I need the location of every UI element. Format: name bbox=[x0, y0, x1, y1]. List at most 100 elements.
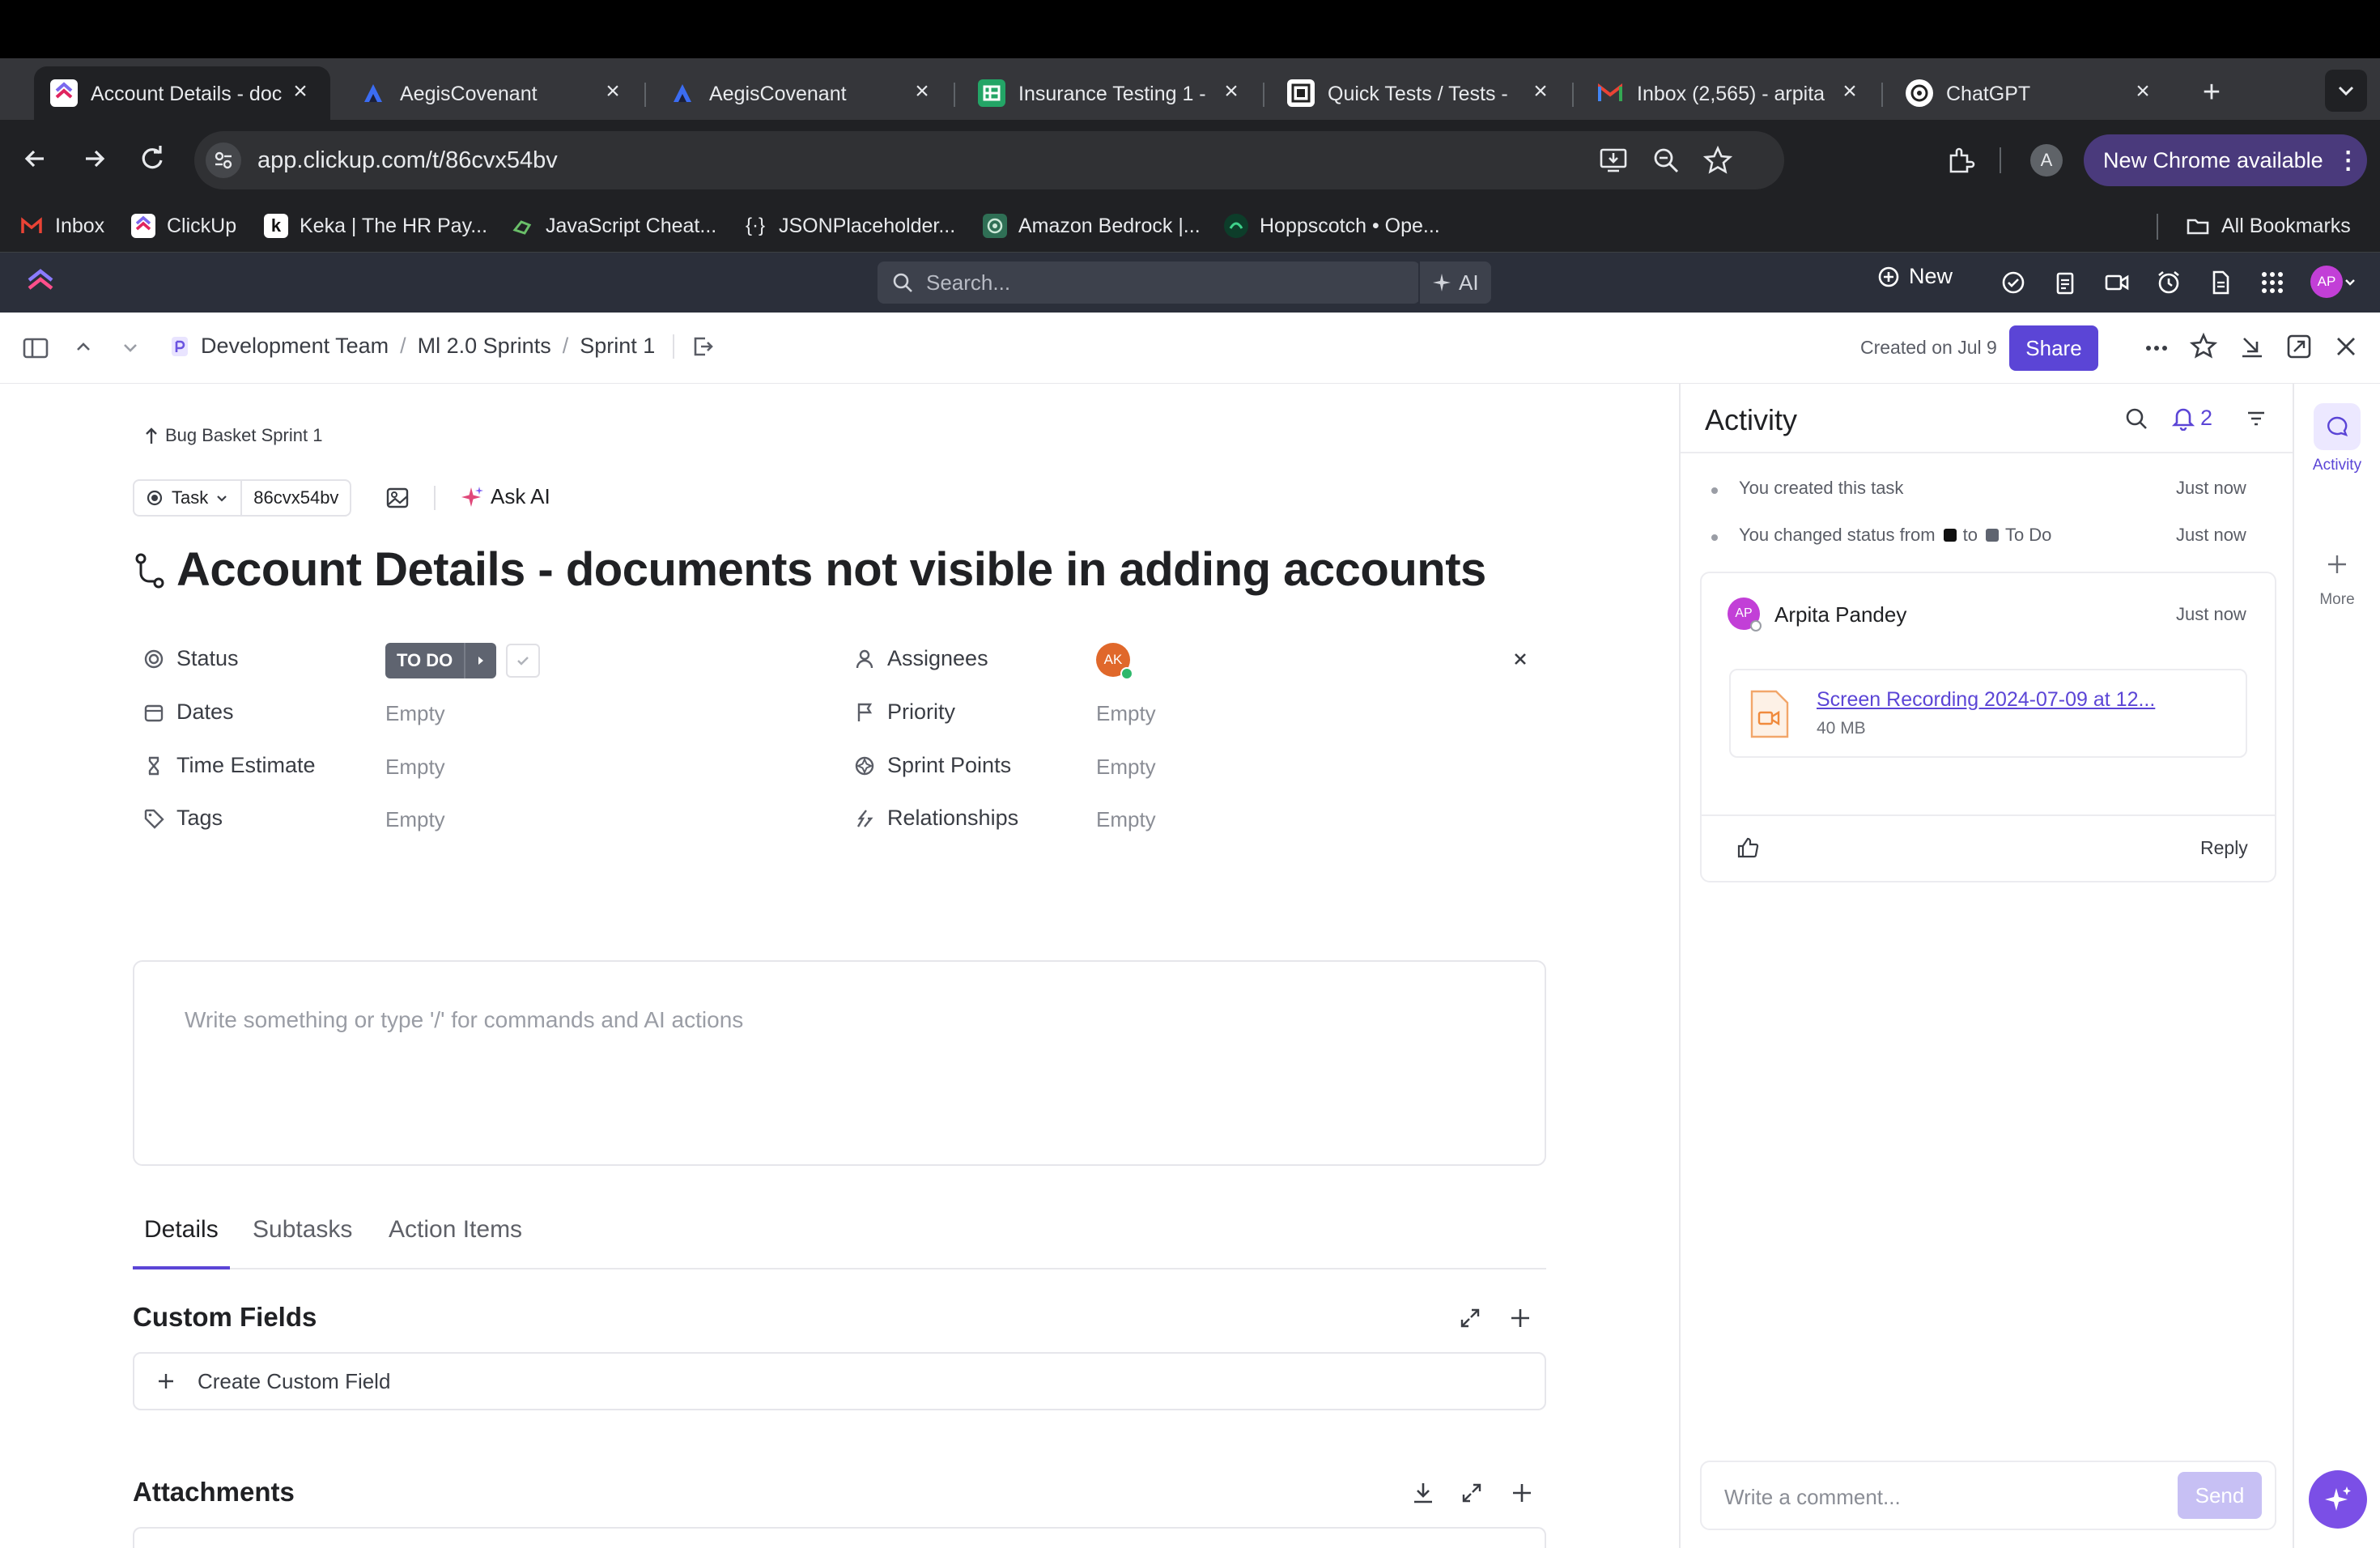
reload-icon[interactable] bbox=[134, 141, 170, 176]
back-icon[interactable] bbox=[18, 141, 53, 176]
browser-tab[interactable]: ChatGPT × bbox=[1889, 66, 2173, 120]
filter-icon[interactable] bbox=[2244, 406, 2268, 431]
time-estimate-value[interactable]: Empty bbox=[385, 755, 445, 780]
remove-assignee-icon[interactable] bbox=[1509, 648, 1532, 670]
apps-grid-icon[interactable] bbox=[2260, 270, 2284, 295]
search-input[interactable]: Search... bbox=[878, 262, 1420, 304]
expand-arrows-icon[interactable] bbox=[1456, 1303, 1485, 1333]
browser-tab[interactable]: Insurance Testing 1 - × bbox=[962, 66, 1261, 120]
more-rail-label[interactable]: More bbox=[2294, 591, 2380, 609]
ai-assistant-fab[interactable] bbox=[2309, 1470, 2367, 1529]
dates-value[interactable]: Empty bbox=[385, 701, 445, 726]
bookmark-item[interactable]: Inbox bbox=[19, 211, 104, 241]
complete-check-button[interactable] bbox=[506, 644, 541, 678]
tab-search-button[interactable] bbox=[2325, 70, 2367, 112]
activity-rail-button[interactable] bbox=[2314, 403, 2361, 450]
sidebar-toggle-icon[interactable] bbox=[21, 334, 50, 363]
expand-arrows-icon[interactable] bbox=[1457, 1478, 1486, 1508]
task-type-dropdown[interactable]: Task bbox=[134, 481, 243, 515]
task-title[interactable]: Account Details - documents not visible … bbox=[176, 542, 1486, 597]
breadcrumb-item[interactable]: Development Team bbox=[201, 334, 389, 359]
zoom-icon[interactable] bbox=[1650, 144, 1682, 176]
parent-task-link[interactable]: Bug Basket Sprint 1 bbox=[142, 424, 322, 447]
add-custom-field-icon[interactable] bbox=[1506, 1303, 1535, 1333]
status-badge[interactable]: TO DO bbox=[385, 643, 465, 678]
move-task-icon[interactable] bbox=[691, 334, 715, 359]
send-button[interactable]: Send bbox=[2178, 1472, 2262, 1519]
more-horizontal-icon[interactable] bbox=[2142, 334, 2171, 363]
breadcrumb-item[interactable]: Ml 2.0 Sprints bbox=[418, 334, 551, 359]
close-tab-icon[interactable]: × bbox=[601, 79, 625, 104]
task-id[interactable]: 86cvx54bv bbox=[242, 487, 350, 508]
new-button[interactable]: New bbox=[1876, 264, 1953, 289]
cover-image-icon[interactable] bbox=[384, 484, 411, 512]
relationships-value[interactable]: Empty bbox=[1096, 807, 1156, 832]
browser-tab[interactable]: Inbox (2,565) - arpita × bbox=[1580, 66, 1880, 120]
attachment-card[interactable]: Screen Recording 2024-07-09 at 12... 40 … bbox=[1729, 669, 2247, 758]
description-editor[interactable]: Write something or type '/' for commands… bbox=[133, 960, 1546, 1166]
attachments-dropzone[interactable] bbox=[133, 1527, 1546, 1548]
close-tab-icon[interactable]: × bbox=[910, 79, 934, 104]
document-icon[interactable] bbox=[2207, 269, 2234, 296]
add-attachment-icon[interactable] bbox=[1507, 1478, 1536, 1508]
close-tab-icon[interactable]: × bbox=[1219, 79, 1243, 104]
extensions-icon[interactable] bbox=[1944, 144, 1977, 176]
new-tab-button[interactable]: + bbox=[2195, 76, 2228, 108]
browser-tab[interactable]: AegisCovenant × bbox=[652, 66, 952, 120]
share-button[interactable]: Share bbox=[2009, 325, 2098, 371]
ask-ai-button[interactable]: Ask AI bbox=[460, 484, 550, 509]
close-tab-icon[interactable]: × bbox=[1838, 79, 1862, 104]
bookmark-item[interactable]: Amazon Bedrock |... bbox=[983, 211, 1201, 241]
notepad-icon[interactable] bbox=[2051, 269, 2079, 296]
chevron-down-icon[interactable] bbox=[118, 335, 142, 359]
close-icon[interactable] bbox=[2331, 332, 2361, 361]
download-icon[interactable] bbox=[1409, 1478, 1438, 1508]
comment-input[interactable]: Write a comment... Send bbox=[1700, 1461, 2276, 1530]
all-bookmarks-button[interactable]: All Bookmarks bbox=[2186, 211, 2351, 241]
bookmark-item[interactable]: Hoppscotch • Ope... bbox=[1224, 211, 1440, 241]
user-menu[interactable]: AP bbox=[2310, 266, 2357, 298]
chevron-up-icon[interactable] bbox=[71, 335, 96, 359]
reply-button[interactable]: Reply bbox=[2200, 837, 2248, 859]
bookmark-item[interactable]: JavaScript Cheat... bbox=[510, 211, 716, 241]
minimize-icon[interactable] bbox=[2238, 332, 2267, 361]
bookmark-star-icon[interactable] bbox=[1702, 144, 1734, 176]
ai-button[interactable]: AI bbox=[1418, 262, 1491, 304]
bookmark-item[interactable]: k Keka | The HR Pay... bbox=[264, 211, 487, 241]
notifications-button[interactable]: 2 bbox=[2171, 405, 2212, 431]
install-app-icon[interactable] bbox=[1598, 144, 1630, 176]
browser-tab[interactable]: Quick Tests / Tests - × bbox=[1271, 66, 1570, 120]
favorite-star-icon[interactable] bbox=[2189, 332, 2218, 361]
browser-tab-active[interactable]: Account Details - doc × bbox=[34, 66, 330, 120]
tab-details[interactable]: Details bbox=[133, 1214, 230, 1269]
check-circle-icon[interactable] bbox=[2000, 269, 2027, 296]
chrome-update-button[interactable]: New Chrome available ⋮ bbox=[2084, 134, 2367, 186]
create-custom-field-button[interactable]: Create Custom Field bbox=[133, 1352, 1546, 1410]
close-tab-icon[interactable]: × bbox=[1528, 79, 1553, 104]
site-settings-icon[interactable] bbox=[206, 142, 241, 178]
expand-icon[interactable] bbox=[2284, 332, 2314, 361]
breadcrumb-item[interactable]: Sprint 1 bbox=[580, 334, 655, 359]
attachment-link[interactable]: Screen Recording 2024-07-09 at 12... bbox=[1817, 688, 2155, 712]
url-text[interactable]: app.clickup.com/t/86cvx54bv bbox=[257, 147, 558, 174]
tab-action-items[interactable]: Action Items bbox=[389, 1216, 522, 1244]
sprint-points-value[interactable]: Empty bbox=[1096, 755, 1156, 780]
address-bar[interactable]: app.clickup.com/t/86cvx54bv bbox=[194, 131, 1784, 189]
next-status-button[interactable] bbox=[464, 643, 497, 678]
thumbs-up-icon[interactable] bbox=[1736, 836, 1760, 860]
video-icon[interactable] bbox=[2103, 269, 2131, 296]
tab-subtasks[interactable]: Subtasks bbox=[253, 1216, 352, 1244]
search-icon[interactable] bbox=[2123, 405, 2150, 432]
bookmark-item[interactable]: ClickUp bbox=[131, 211, 236, 241]
plus-icon[interactable] bbox=[2323, 551, 2351, 578]
comment-author[interactable]: Arpita Pandey bbox=[1774, 602, 1906, 627]
browser-tab[interactable]: AegisCovenant × bbox=[343, 66, 643, 120]
priority-value[interactable]: Empty bbox=[1096, 701, 1156, 726]
forward-icon[interactable] bbox=[76, 141, 112, 176]
clickup-logo-icon[interactable] bbox=[24, 269, 57, 298]
alarm-clock-icon[interactable] bbox=[2155, 269, 2182, 296]
close-tab-icon[interactable]: × bbox=[2131, 79, 2155, 104]
close-tab-icon[interactable]: × bbox=[288, 79, 312, 104]
tags-value[interactable]: Empty bbox=[385, 807, 445, 832]
bookmark-item[interactable]: {·} JSONPlaceholder... bbox=[743, 211, 955, 241]
